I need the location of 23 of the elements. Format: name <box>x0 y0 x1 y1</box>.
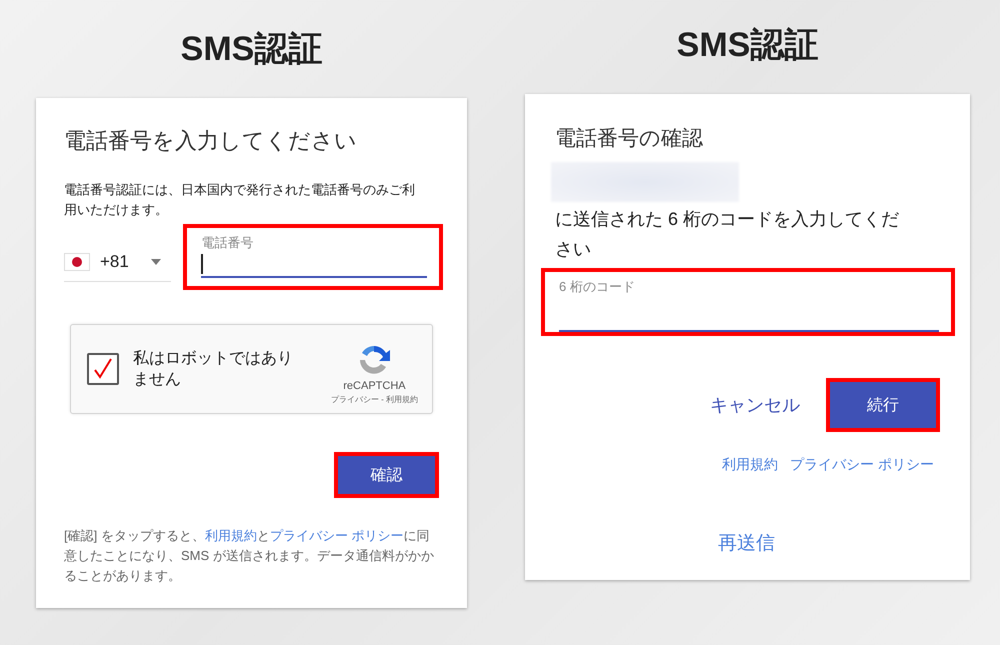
checkbox[interactable] <box>87 353 119 385</box>
checkbox-label: 私はロボットではありません <box>133 349 294 390</box>
page-heading: SMS認証 <box>180 29 324 70</box>
checkmark-icon <box>94 358 112 380</box>
card-title: 電話番号を入力してください <box>64 127 358 155</box>
cancel-button[interactable]: キャンセル <box>710 389 800 421</box>
policy-link[interactable]: 利用規約 <box>204 528 257 543</box>
page-heading: SMS認証 <box>676 25 820 66</box>
policy-link[interactable]: プライバシー ポリシー <box>790 456 934 474</box>
info-text: 電話番号認証には、日本国内で発行された電話番号のみご利用いただけます。 <box>64 181 416 219</box>
disclaimer-text: [確認] をタップすると、利用規約 と プライバシー ポリシーに同意したことになり、SMS が送信されます。データ通信料がかかることがあります。 <box>64 527 434 585</box>
brand-label: reCAPTCHA <box>343 380 406 392</box>
instruction-text: に送信された 6 桁のコードを入力してください <box>555 208 900 261</box>
policy-link[interactable]: 利用規約 <box>722 456 778 474</box>
confirm-button[interactable]: 確認 <box>338 456 435 494</box>
flag-icon <box>64 252 90 270</box>
resend-link[interactable]: 再送信 <box>718 530 775 556</box>
country-selector[interactable]: +81 <box>64 242 172 282</box>
policy-link[interactable]: プライバシー ポリシー <box>270 528 404 543</box>
captcha-links[interactable]: プライバシー - 利用規約 <box>330 394 418 404</box>
card-title: 電話番号の確認 <box>555 126 704 152</box>
continue-button[interactable]: 続行 <box>830 382 936 428</box>
dropdown-icon <box>150 258 161 264</box>
